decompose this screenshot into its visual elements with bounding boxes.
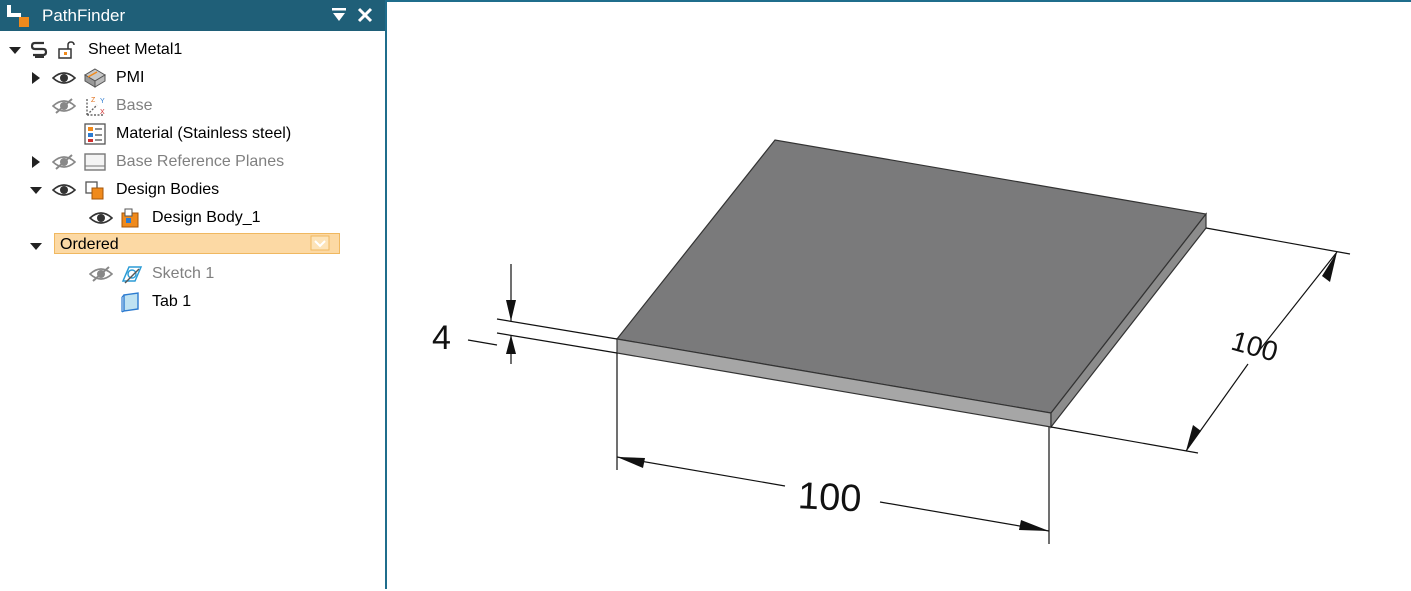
hidden-eye-icon[interactable]: [51, 98, 77, 114]
tree-item-design-bodies[interactable]: Design Bodies: [0, 176, 385, 204]
pmi-icon: [83, 67, 107, 89]
tree-item-sketch-1[interactable]: Sketch 1: [0, 260, 385, 288]
pathfinder-panel: PathFinder Sheet Metal1 PMI Z Y X Base M…: [0, 0, 387, 589]
lock-icon: [55, 39, 79, 61]
sketch-icon: [119, 263, 143, 285]
hidden-eye-icon[interactable]: [88, 266, 114, 282]
thickness-dimension[interactable]: 4: [432, 264, 618, 364]
svg-text:X: X: [100, 109, 105, 116]
tree-item-base-reference-planes[interactable]: Base Reference Planes: [0, 148, 385, 176]
width-value: 100: [797, 475, 863, 520]
svg-text:Z: Z: [91, 97, 96, 104]
eye-icon[interactable]: [88, 210, 114, 226]
panel-title: PathFinder: [42, 6, 126, 25]
thickness-value: 4: [432, 319, 451, 357]
close-icon[interactable]: [357, 7, 373, 28]
coordinate-system-icon: Z Y X: [83, 95, 107, 117]
hidden-eye-icon[interactable]: [51, 154, 77, 170]
tree-item-label: PMI: [116, 69, 145, 86]
graphics-viewport[interactable]: 4 100 100: [387, 0, 1411, 589]
eye-icon[interactable]: [51, 182, 77, 198]
design-bodies-icon: [83, 179, 107, 201]
design-body-icon: [119, 207, 143, 229]
svg-text:Y: Y: [100, 98, 105, 105]
tree-item-tab-1[interactable]: Tab 1: [0, 288, 385, 316]
tree-item-pmi[interactable]: PMI: [0, 64, 385, 92]
material-table-icon: [83, 123, 107, 145]
pathfinder-title-bar: PathFinder: [0, 0, 385, 31]
tree-item-base[interactable]: Z Y X Base: [0, 92, 385, 120]
expand-arrow-icon[interactable]: [29, 155, 43, 169]
reference-plane-icon: [83, 151, 107, 173]
tree-item-sheet-metal[interactable]: Sheet Metal1: [0, 36, 385, 64]
tree-item-label: Material (Stainless steel): [116, 125, 292, 142]
tree-item-material[interactable]: Material (Stainless steel): [0, 120, 385, 148]
tab-feature-icon: [119, 291, 143, 313]
model-view: 4 100 100: [432, 139, 1351, 544]
tree-item-label: Ordered: [60, 236, 119, 253]
tree-item-design-body-1[interactable]: Design Body_1: [0, 204, 385, 232]
expand-arrow-icon[interactable]: [29, 71, 43, 85]
tree-item-label: Base Reference Planes: [116, 153, 285, 170]
collapse-arrow-icon[interactable]: [8, 43, 22, 57]
tree-item-label: Tab 1: [152, 293, 192, 310]
collapse-arrow-icon[interactable]: [29, 183, 43, 197]
tree-item-label: Design Bodies: [116, 181, 220, 198]
tree-item-label: Sheet Metal1: [88, 41, 183, 58]
depth-value: 100: [1228, 325, 1281, 368]
plate-top-face[interactable]: [615, 139, 1208, 414]
tree-item-ordered[interactable]: Ordered: [0, 232, 385, 260]
tree-item-label: Design Body_1: [152, 209, 261, 226]
eye-icon[interactable]: [51, 70, 77, 86]
tree-item-label: Sketch 1: [152, 265, 215, 282]
pathfinder-icon: [5, 5, 35, 32]
dropdown-icon[interactable]: [310, 235, 330, 256]
collapse-arrow-icon[interactable]: [29, 239, 43, 253]
synchronous-icon: [28, 39, 52, 61]
dropdown-arrow-icon[interactable]: [331, 7, 347, 28]
tree-item-label: Base: [116, 97, 153, 114]
